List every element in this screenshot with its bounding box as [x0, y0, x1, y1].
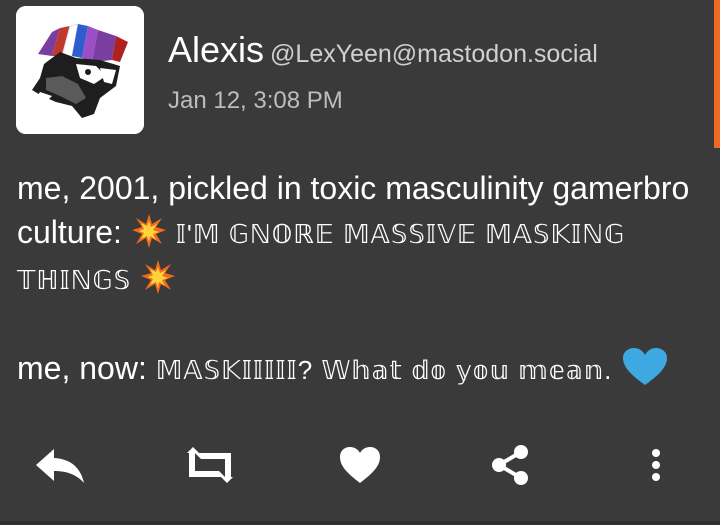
content-paragraph-2: me, now: 𝕄𝔸𝕊𝕂𝕀𝕀𝕀𝕀𝕀? 𝕎𝕙𝕒𝕥 𝕕𝕠 𝕪𝕠𝕦 𝕞𝕖𝕒𝕟.: [17, 346, 697, 392]
favourite-icon: [340, 447, 380, 483]
avatar[interactable]: [16, 6, 144, 134]
content-line2-styled: 𝕄𝔸𝕊𝕂𝕀𝕀𝕀𝕀𝕀? 𝕎𝕙𝕒𝕥 𝕕𝕠 𝕪𝕠𝕦 𝕞𝕖𝕒𝕟.: [155, 355, 613, 385]
blue-heart-emoji-icon: [623, 348, 668, 385]
share-button[interactable]: [482, 440, 538, 490]
reply-icon: [36, 449, 84, 483]
content-paragraph-1: me, 2001, pickled in toxic masculinity g…: [17, 166, 697, 302]
boost-icon: [187, 447, 233, 483]
more-options-icon: [652, 449, 660, 481]
content-line2-text: me, now:: [17, 350, 147, 386]
wolf-mohawk-avatar-icon: [16, 6, 144, 134]
boost-button[interactable]: [182, 440, 238, 490]
status-action-bar: [0, 430, 720, 500]
reply-button[interactable]: [32, 440, 88, 490]
display-name-text: Alexis: [168, 29, 265, 70]
share-icon: [492, 445, 528, 485]
bottom-divider: [0, 521, 720, 525]
collision-emoji-icon: [131, 214, 166, 248]
author-display-name[interactable]: Alexis @LexYeen@mastodon.social: [168, 28, 598, 76]
collision-emoji-icon: [141, 260, 176, 294]
more-options-button[interactable]: [628, 440, 684, 490]
status-timestamp[interactable]: Jan 12, 3:08 PM: [168, 84, 343, 118]
scroll-indicator[interactable]: [714, 0, 720, 148]
favourite-button[interactable]: [332, 440, 388, 490]
author-handle[interactable]: @LexYeen@mastodon.social: [270, 40, 598, 68]
status-content: me, 2001, pickled in toxic masculinity g…: [17, 166, 697, 392]
